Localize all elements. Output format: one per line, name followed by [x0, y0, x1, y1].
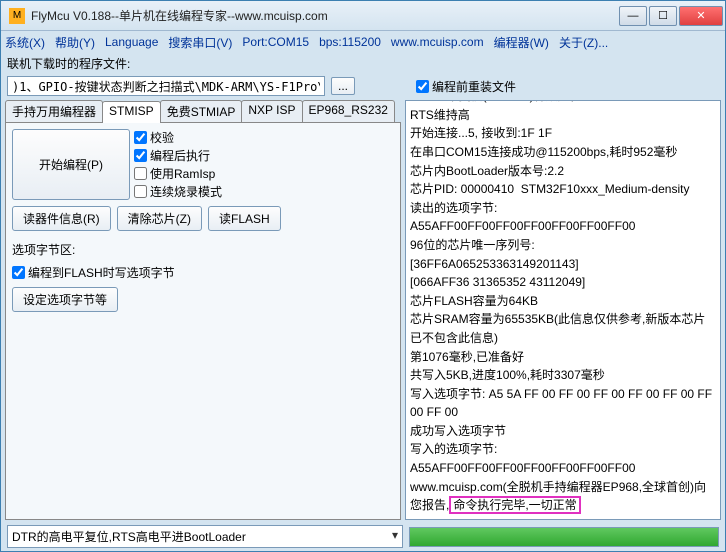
log-success-highlight: 命令执行完毕,一切正常 [449, 496, 580, 514]
menu-help[interactable]: 帮助(Y) [55, 34, 95, 51]
log-line: 芯片PID: 00000410 STM32F10xxx_Medium-densi… [410, 180, 716, 199]
tabstrip: 手持万用编程器 STMISP 免费STMIAP NXP ISP EP968_RS… [5, 100, 401, 123]
app-icon: M [9, 8, 25, 24]
reload-checkbox[interactable] [416, 80, 429, 93]
tab-stmisp[interactable]: STMISP [102, 101, 161, 123]
menu-site[interactable]: www.mcuisp.com [391, 35, 484, 49]
app-window: M FlyMcu V0.188--单片机在线编程专家--www.mcuisp.c… [0, 0, 726, 552]
titlebar: M FlyMcu V0.188--单片机在线编程专家--www.mcuisp.c… [1, 1, 725, 31]
log-output[interactable]: RTS置高(+3~+12V),选择进入BootLoader...延时100毫秒D… [405, 100, 721, 520]
close-button[interactable]: ✕ [679, 6, 723, 26]
log-line: 成功写入选项字节 [410, 422, 716, 441]
progress-bar [409, 527, 719, 547]
main-area: 手持万用编程器 STMISP 免费STMIAP NXP ISP EP968_RS… [1, 98, 725, 522]
combo-value: DTR的高电平复位,RTS高电平进BootLoader [12, 530, 246, 544]
browse-button[interactable]: ... [331, 77, 355, 95]
log-line: 写入选项字节: A5 5A FF 00 FF 00 FF 00 FF 00 FF… [410, 385, 716, 422]
tab-ep968[interactable]: EP968_RS232 [302, 100, 395, 122]
tab-stmiap[interactable]: 免费STMIAP [160, 100, 243, 122]
read-flash-button[interactable]: 读FLASH [208, 206, 281, 231]
minimize-button[interactable]: — [619, 6, 647, 26]
reload-checkbox-wrap[interactable]: 编程前重装文件 [416, 78, 516, 95]
reload-label: 编程前重装文件 [432, 78, 516, 95]
maximize-button[interactable]: ☐ [649, 6, 677, 26]
set-option-bytes-button[interactable]: 设定选项字节等 [12, 287, 118, 312]
tab-nxpisp[interactable]: NXP ISP [241, 100, 302, 122]
log-line: 芯片FLASH容量为64KB [410, 292, 716, 311]
file-label-row: 联机下载时的程序文件: [1, 53, 725, 74]
log-line: [36FF6A065253363149201143] [410, 255, 716, 274]
menu-about[interactable]: 关于(Z)... [559, 34, 608, 51]
menu-bps[interactable]: bps:115200 [319, 35, 381, 49]
log-final-line: www.mcuisp.com(全脱机手持编程器EP968,全球首创)向您报告,命… [410, 478, 716, 515]
log-line: 96位的芯片唯一序列号: [410, 236, 716, 255]
file-path-row: ... 编程前重装文件 [1, 74, 725, 98]
clear-chip-button[interactable]: 清除芯片(Z) [117, 206, 202, 231]
file-path-input[interactable] [7, 76, 325, 96]
log-line: A55AFF00FF00FF00FF00FF00FF00FF00 [410, 217, 716, 236]
log-line: 共写入5KB,进度100%,耗时3307毫秒 [410, 366, 716, 385]
log-line: [066AFF36 31365352 43112049] [410, 273, 716, 292]
log-line: 芯片SRAM容量为65535KB(此信息仅供参考,新版本芯片已不包含此信息) [410, 310, 716, 347]
menu-system[interactable]: 系统(X) [5, 34, 45, 51]
start-program-button[interactable]: 开始编程(P) [12, 129, 130, 200]
log-line: A55AFF00FF00FF00FF00FF00FF00FF00 [410, 459, 716, 478]
read-device-info-button[interactable]: 读器件信息(R) [12, 206, 111, 231]
log-line: RTS维持高 [410, 106, 716, 125]
log-line: 读出的选项字节: [410, 199, 716, 218]
chk-write-option-bytes[interactable]: 编程到FLASH时写选项字节 [12, 264, 394, 281]
chk-verify[interactable]: 校验 [134, 129, 222, 146]
file-label: 联机下载时的程序文件: [7, 55, 130, 72]
log-line: 写入的选项字节: [410, 440, 716, 459]
chk-runafter[interactable]: 编程后执行 [134, 147, 222, 164]
menu-port[interactable]: Port:COM15 [242, 35, 309, 49]
reset-mode-combo[interactable]: DTR的高电平复位,RTS高电平进BootLoader [7, 525, 403, 548]
left-pane: 手持万用编程器 STMISP 免费STMIAP NXP ISP EP968_RS… [5, 100, 401, 520]
menu-search-port[interactable]: 搜索串口(V) [168, 34, 232, 51]
tab-content: 开始编程(P) 校验 编程后执行 使用RamIsp 连续烧录模式 读器件信息(R… [5, 123, 401, 520]
bottom-row: DTR的高电平复位,RTS高电平进BootLoader [1, 522, 725, 551]
log-line: 在串口COM15连接成功@115200bps,耗时952毫秒 [410, 143, 716, 162]
window-title: FlyMcu V0.188--单片机在线编程专家--www.mcuisp.com [31, 7, 617, 24]
log-line: 芯片内BootLoader版本号:2.2 [410, 162, 716, 181]
chk-continuous[interactable]: 连续烧录模式 [134, 183, 222, 200]
option-bytes-label: 选项字节区: [12, 241, 394, 258]
chk-ramisp[interactable]: 使用RamIsp [134, 165, 222, 182]
log-line: 开始连接...5, 接收到:1F 1F [410, 124, 716, 143]
menu-programmer[interactable]: 编程器(W) [494, 34, 549, 51]
log-line: 第1076毫秒,已准备好 [410, 348, 716, 367]
menu-language[interactable]: Language [105, 35, 158, 49]
tab-handheld[interactable]: 手持万用编程器 [5, 100, 103, 122]
menubar: 系统(X) 帮助(Y) Language 搜索串口(V) Port:COM15 … [1, 31, 725, 53]
